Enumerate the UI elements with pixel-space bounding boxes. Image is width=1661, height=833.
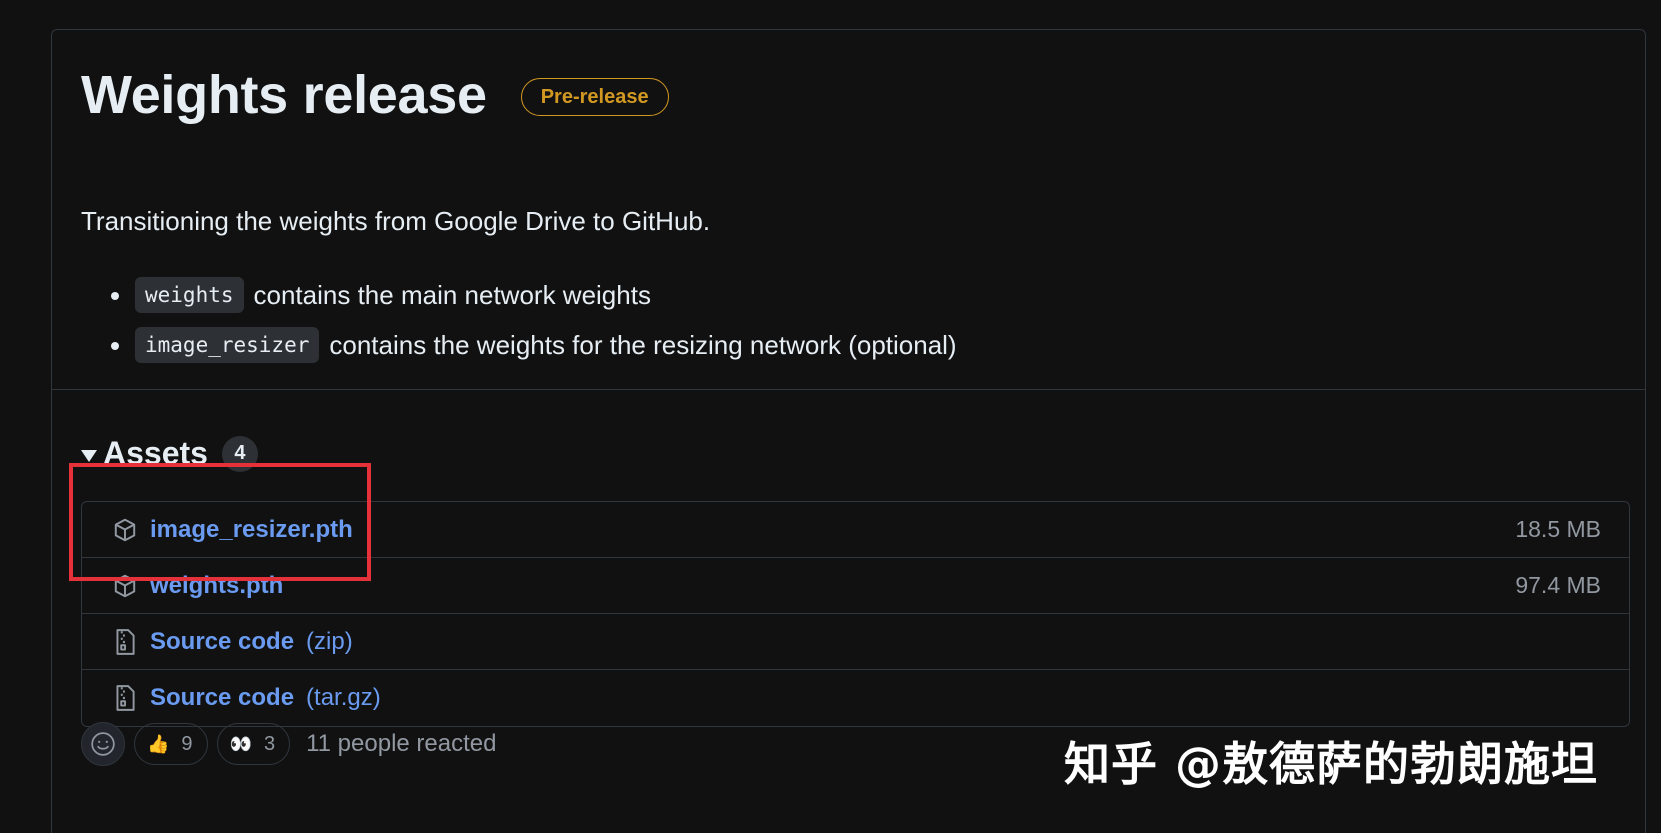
- page: Weights release Pre-release Transitionin…: [0, 0, 1661, 833]
- divider: [52, 389, 1645, 390]
- release-notes-list: weights contains the main network weight…: [81, 270, 957, 370]
- asset-link-image-resizer[interactable]: image_resizer.pth: [150, 516, 353, 544]
- asset-format[interactable]: (tar.gz): [306, 684, 381, 712]
- reaction-count: 3: [263, 732, 276, 755]
- assets-count-badge: 4: [221, 435, 258, 472]
- reactions-bar: 👍 9 👀 3 11 people reacted: [81, 722, 496, 766]
- reaction-eyes[interactable]: 👀 3: [216, 723, 291, 765]
- code-snippet: image_resizer: [135, 327, 320, 363]
- release-header: Weights release Pre-release: [81, 68, 669, 122]
- package-icon: [110, 571, 140, 601]
- asset-row: Source code (tar.gz): [82, 670, 1629, 726]
- assets-title: Assets: [103, 435, 208, 471]
- asset-size: 18.5 MB: [1515, 516, 1601, 542]
- release-title[interactable]: Weights release: [81, 68, 487, 122]
- add-reaction-button[interactable]: [81, 722, 125, 766]
- source-code-zip-link[interactable]: Source code: [150, 628, 294, 656]
- list-item-text: contains the main network weights: [253, 279, 651, 310]
- asset-row: weights.pth 97.4 MB: [82, 558, 1629, 614]
- asset-row: image_resizer.pth 18.5 MB: [82, 502, 1629, 558]
- asset-size: 97.4 MB: [1515, 572, 1601, 598]
- file-zip-icon: [110, 627, 140, 657]
- reaction-thumbs-up[interactable]: 👍 9: [134, 723, 208, 765]
- release-description: Transitioning the weights from Google Dr…: [81, 206, 711, 236]
- list-item-text: contains the weights for the resizing ne…: [329, 329, 957, 360]
- file-zip-icon: [110, 683, 140, 713]
- list-item: image_resizer contains the weights for t…: [81, 320, 957, 370]
- caret-down-icon: [81, 449, 97, 462]
- list-item: weights contains the main network weight…: [81, 270, 957, 320]
- asset-link-weights[interactable]: weights.pth: [150, 572, 283, 600]
- watermark: 知乎 @敖德萨的勃朗施坦: [1064, 737, 1599, 791]
- package-icon: [110, 515, 140, 545]
- asset-row: Source code (zip): [82, 614, 1629, 670]
- reaction-count: 9: [181, 732, 193, 755]
- thumbs-up-icon: 👍: [147, 733, 170, 754]
- release-card: Weights release Pre-release Transitionin…: [51, 29, 1646, 833]
- smiley-icon: [91, 732, 115, 756]
- eyes-icon: 👀: [229, 733, 252, 754]
- reactions-summary: 11 people reacted: [306, 730, 497, 757]
- asset-format[interactable]: (zip): [306, 628, 353, 656]
- prerelease-badge: Pre-release: [520, 78, 669, 116]
- code-snippet: weights: [135, 277, 244, 313]
- source-code-targz-link[interactable]: Source code: [150, 684, 294, 712]
- assets-toggle[interactable]: Assets 4: [81, 435, 258, 472]
- asset-list: image_resizer.pth 18.5 MB weights.pth 97…: [81, 501, 1630, 727]
